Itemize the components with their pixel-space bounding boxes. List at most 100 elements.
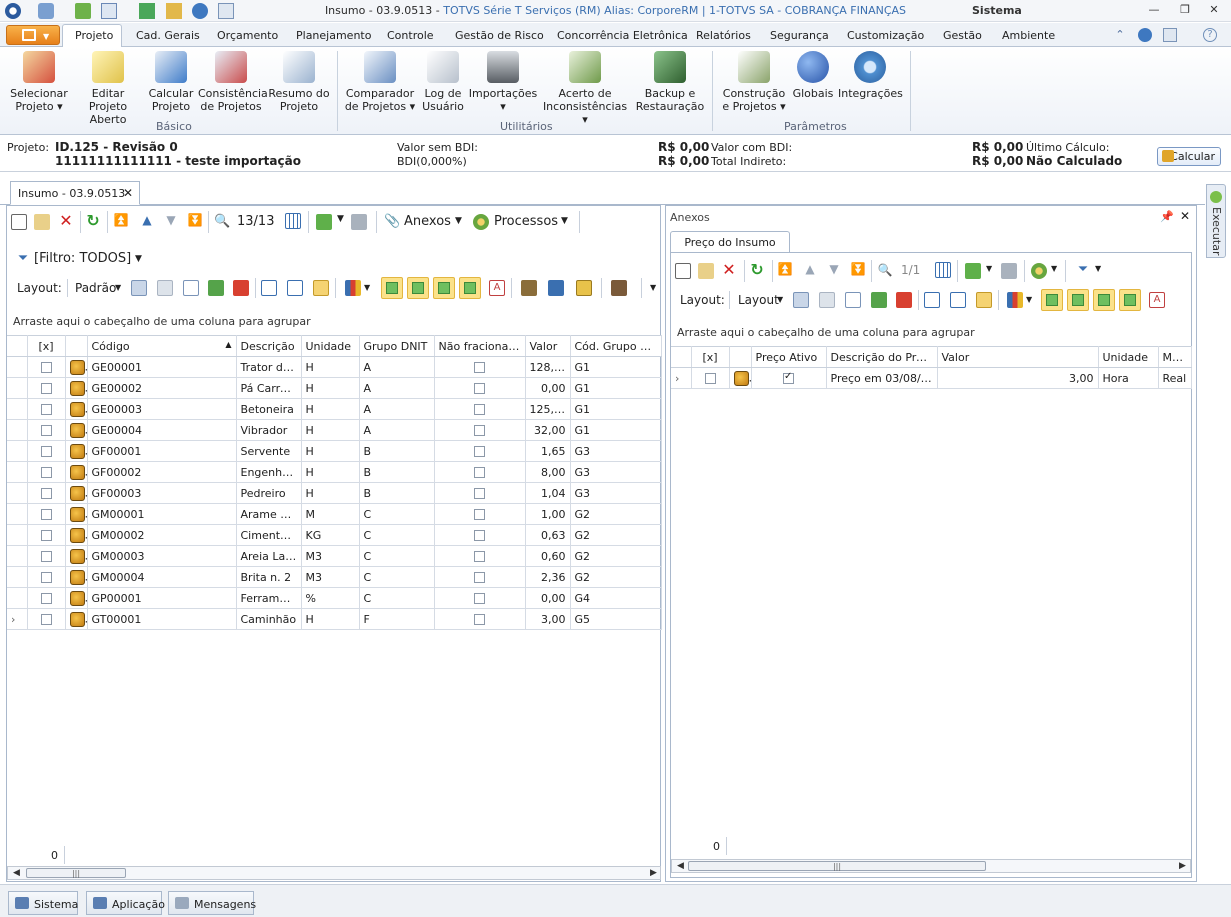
checkbox[interactable] bbox=[474, 488, 485, 499]
books-icon[interactable] bbox=[611, 280, 627, 296]
checkbox[interactable] bbox=[40, 362, 52, 373]
pin-icon[interactable]: 📌 bbox=[1160, 210, 1174, 223]
cell-nao-fracionado-checkbox[interactable] bbox=[434, 608, 526, 630]
table-row[interactable]: GF00001 Servente H B 1,65 G3 bbox=[7, 440, 662, 462]
filter-icon[interactable]: ⏷ bbox=[1075, 262, 1091, 278]
cell-select-checkbox[interactable] bbox=[27, 356, 66, 378]
checkbox[interactable] bbox=[40, 614, 52, 625]
checkbox[interactable] bbox=[40, 446, 52, 457]
anexos-button[interactable]: Anexos bbox=[404, 214, 451, 229]
checkbox[interactable] bbox=[40, 425, 52, 436]
checkbox[interactable] bbox=[40, 404, 52, 415]
new-record-icon[interactable] bbox=[11, 214, 27, 230]
chevron-down-icon[interactable]: ▼ bbox=[364, 283, 370, 292]
cell-nao-fracionado-checkbox[interactable] bbox=[434, 461, 526, 483]
home-icon[interactable] bbox=[576, 280, 592, 296]
table-row[interactable]: › GT00001 Caminhão H F 3,00 G5 bbox=[7, 608, 662, 630]
chevron-down-icon[interactable]: ▼ bbox=[1095, 264, 1101, 273]
group-panel-icon[interactable] bbox=[261, 280, 277, 296]
checkbox[interactable] bbox=[474, 467, 485, 478]
previous-record-icon[interactable]: ▲ bbox=[802, 262, 818, 278]
checkbox[interactable] bbox=[474, 551, 485, 562]
tab-cad-gerais[interactable]: Cad. Gerais bbox=[136, 29, 200, 42]
column-header-select[interactable]: [x] bbox=[27, 335, 66, 357]
layout-import-icon[interactable] bbox=[208, 280, 224, 296]
scroll-left-icon[interactable]: ◀ bbox=[677, 861, 684, 871]
binoculars-icon[interactable]: 🔍 bbox=[214, 214, 230, 230]
column-header-valor[interactable]: Valor bbox=[525, 335, 571, 357]
cell-select-checkbox[interactable] bbox=[27, 524, 66, 546]
resumo-projeto-button[interactable]: Resumo do Projeto bbox=[268, 51, 330, 113]
tools-icon[interactable] bbox=[521, 280, 537, 296]
column-header-valor[interactable]: Valor bbox=[937, 346, 1099, 368]
checkbox[interactable] bbox=[474, 530, 485, 541]
checkbox[interactable] bbox=[40, 488, 52, 499]
scroll-thumb[interactable]: ||| bbox=[26, 868, 126, 878]
last-record-icon[interactable]: ⏬ bbox=[187, 213, 203, 229]
calendar-grid-icon[interactable] bbox=[285, 213, 301, 229]
table-row[interactable]: GF00003 Pedreiro H B 1,04 G3 bbox=[7, 482, 662, 504]
cell-nao-fracionado-checkbox[interactable] bbox=[434, 356, 526, 378]
checkbox[interactable] bbox=[474, 362, 485, 373]
sum-icon[interactable] bbox=[950, 292, 966, 308]
layout-columns-icon[interactable] bbox=[845, 292, 861, 308]
horizontal-scrollbar[interactable]: ◀ ||| ▶ bbox=[7, 866, 661, 880]
cell-select-checkbox[interactable] bbox=[27, 398, 66, 420]
column-header-descricao[interactable]: Descrição bbox=[236, 335, 302, 357]
view-option-2-button[interactable] bbox=[407, 277, 429, 299]
refresh-icon[interactable]: ↻ bbox=[749, 262, 765, 278]
view-option-3-button[interactable] bbox=[433, 277, 455, 299]
column-header-descricao-preco[interactable]: Descrição do Preço bbox=[826, 346, 938, 368]
tab-preco-insumo[interactable]: Preço do Insumo bbox=[670, 231, 790, 253]
cell-select-checkbox[interactable] bbox=[27, 377, 66, 399]
chevron-down-icon[interactable]: ▼ bbox=[1026, 295, 1032, 304]
chart-icon[interactable] bbox=[345, 280, 361, 296]
person-icon[interactable] bbox=[548, 280, 564, 296]
app-menu-button[interactable]: ▼ bbox=[6, 25, 60, 45]
checkbox[interactable] bbox=[474, 572, 485, 583]
table-row[interactable]: GP00001 Ferramen...% C 0,00 G4 bbox=[7, 587, 662, 609]
selecionar-projeto-button[interactable]: Selecionar Projeto ▾ bbox=[10, 51, 68, 113]
delete-icon[interactable]: ✕ bbox=[58, 213, 74, 229]
annex-horizontal-scrollbar[interactable]: ◀ ||| ▶ bbox=[671, 859, 1191, 873]
next-record-icon[interactable]: ▼ bbox=[163, 213, 179, 229]
checkbox[interactable] bbox=[40, 383, 52, 394]
cell-select-checkbox[interactable] bbox=[27, 461, 66, 483]
table-row[interactable]: GE00003 Betoneira H A 125,99 G1 bbox=[7, 398, 662, 420]
bottom-tab-mensagens[interactable]: Mensagens bbox=[168, 891, 256, 915]
cell-select-checkbox[interactable] bbox=[27, 440, 66, 462]
column-header-unidade[interactable]: Unidade bbox=[301, 335, 360, 357]
calcular-button[interactable]: Calcular bbox=[1157, 147, 1221, 166]
checkbox[interactable] bbox=[783, 371, 794, 384]
edit-record-icon[interactable] bbox=[698, 263, 714, 279]
layout-save-icon[interactable] bbox=[131, 280, 147, 296]
processos-button[interactable]: Processos bbox=[494, 214, 558, 229]
refresh-icon[interactable]: ↻ bbox=[85, 213, 101, 229]
cell-select-checkbox[interactable] bbox=[27, 587, 66, 609]
print-icon[interactable] bbox=[351, 214, 367, 230]
filter-icon[interactable]: ⏷ bbox=[15, 251, 31, 267]
backup-button[interactable]: Backup e Restauração bbox=[634, 51, 706, 113]
checkbox[interactable] bbox=[474, 446, 485, 457]
cell-nao-fracionado-checkbox[interactable] bbox=[434, 587, 526, 609]
comparador-button[interactable]: Comparador de Projetos ▾ bbox=[344, 51, 416, 113]
checkbox[interactable] bbox=[40, 509, 52, 520]
executar-side-tab[interactable]: Executar bbox=[1206, 184, 1226, 258]
construcao-projetos-button[interactable]: Construção e Projetos ▾ bbox=[720, 51, 788, 113]
table-row[interactable]: GM00004 Brita n. 2 M3 C 2,36 G2 bbox=[7, 566, 662, 588]
table-row[interactable]: GE00002 Pá Carreg... H A 0,00 G1 bbox=[7, 377, 662, 399]
column-header-moeda[interactable]: Moeda bbox=[1158, 346, 1192, 368]
cell-select-checkbox[interactable] bbox=[691, 367, 730, 389]
cell-nao-fracionado-checkbox[interactable] bbox=[434, 503, 526, 525]
cell-nao-fracionado-checkbox[interactable] bbox=[434, 482, 526, 504]
tab-gestao[interactable]: Gestão bbox=[943, 29, 982, 42]
first-record-icon[interactable]: ⏫ bbox=[113, 213, 129, 229]
edit-record-icon[interactable] bbox=[34, 214, 50, 230]
tab-relatorios[interactable]: Relatórios bbox=[696, 29, 751, 42]
export-arrow-icon[interactable] bbox=[316, 214, 332, 230]
bottom-tab-sistema[interactable]: Sistema bbox=[8, 891, 78, 915]
calendar-grid-icon[interactable] bbox=[935, 262, 951, 278]
checkbox[interactable] bbox=[474, 425, 485, 436]
chevron-down-icon[interactable]: ▼ bbox=[650, 283, 656, 292]
layout-select[interactable]: Padrão bbox=[75, 281, 116, 295]
